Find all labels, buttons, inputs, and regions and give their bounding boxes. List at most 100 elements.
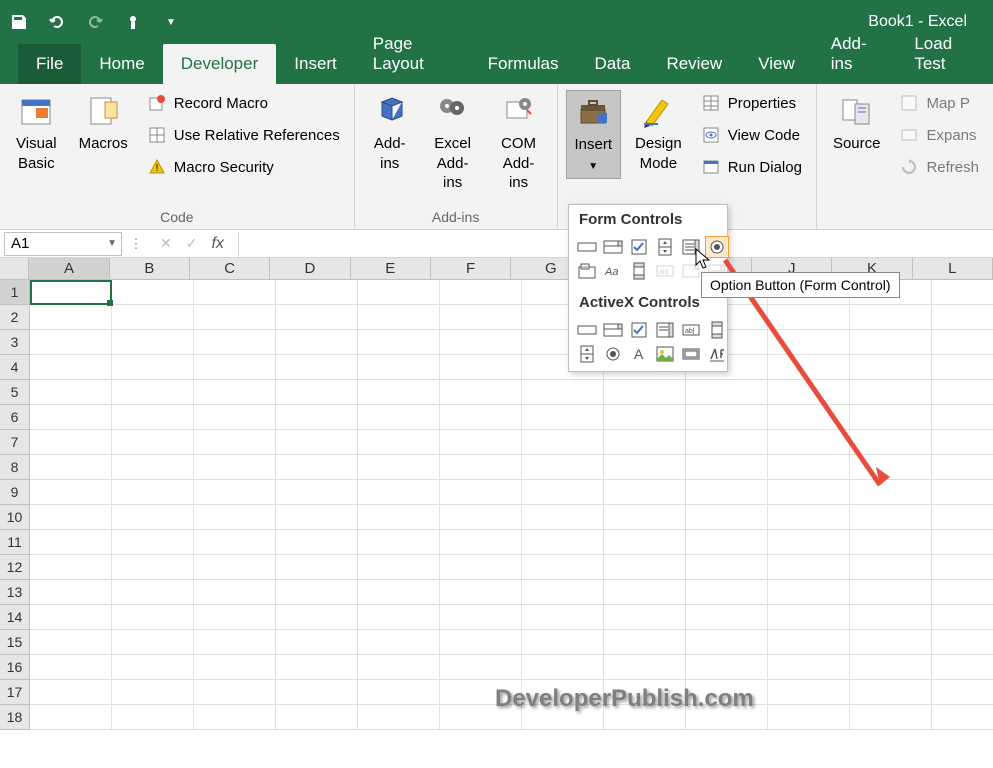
cell[interactable] xyxy=(522,580,604,605)
cell[interactable] xyxy=(358,705,440,730)
cell[interactable] xyxy=(276,680,358,705)
cell[interactable] xyxy=(768,355,850,380)
cell[interactable] xyxy=(850,530,932,555)
cell[interactable] xyxy=(522,405,604,430)
touch-mode-icon[interactable] xyxy=(124,13,142,31)
row-header[interactable]: 2 xyxy=(0,305,30,330)
cell[interactable] xyxy=(194,280,276,305)
tab-home[interactable]: Home xyxy=(81,44,162,84)
qat-customize-icon[interactable]: ▼ xyxy=(162,13,180,31)
cell[interactable] xyxy=(30,555,112,580)
cell[interactable] xyxy=(522,530,604,555)
cell[interactable] xyxy=(194,605,276,630)
cell[interactable] xyxy=(686,530,768,555)
row-header[interactable]: 8 xyxy=(0,455,30,480)
cell[interactable] xyxy=(112,480,194,505)
cell[interactable] xyxy=(276,530,358,555)
cell[interactable] xyxy=(932,430,993,455)
cell[interactable] xyxy=(112,380,194,405)
cell[interactable] xyxy=(440,455,522,480)
cell[interactable] xyxy=(30,480,112,505)
row-header[interactable]: 16 xyxy=(0,655,30,680)
cell[interactable] xyxy=(440,480,522,505)
cell[interactable] xyxy=(112,430,194,455)
cell[interactable] xyxy=(850,455,932,480)
cell[interactable] xyxy=(522,655,604,680)
cell[interactable] xyxy=(850,380,932,405)
cell[interactable] xyxy=(276,355,358,380)
cell[interactable] xyxy=(768,605,850,630)
combobox-form-control[interactable] xyxy=(601,236,625,258)
properties-button[interactable]: Properties xyxy=(696,90,808,116)
spinbutton-activex[interactable] xyxy=(575,343,599,365)
cell[interactable] xyxy=(686,430,768,455)
cell[interactable] xyxy=(850,480,932,505)
cell[interactable] xyxy=(522,480,604,505)
cell[interactable] xyxy=(686,680,768,705)
command-button-activex[interactable] xyxy=(575,319,599,341)
cell[interactable] xyxy=(932,530,993,555)
cell[interactable] xyxy=(112,555,194,580)
cell[interactable] xyxy=(30,280,112,305)
cell[interactable] xyxy=(194,680,276,705)
cell[interactable] xyxy=(358,505,440,530)
cell[interactable] xyxy=(112,455,194,480)
cell[interactable] xyxy=(30,330,112,355)
cell[interactable] xyxy=(440,655,522,680)
cell[interactable] xyxy=(358,630,440,655)
label-form-control[interactable]: Aa xyxy=(601,260,625,282)
source-button[interactable]: Source xyxy=(825,90,889,158)
cell[interactable] xyxy=(604,455,686,480)
cell[interactable] xyxy=(768,555,850,580)
row-header[interactable]: 14 xyxy=(0,605,30,630)
cell[interactable] xyxy=(768,680,850,705)
cell[interactable] xyxy=(358,430,440,455)
cell[interactable] xyxy=(358,305,440,330)
cell[interactable] xyxy=(932,680,993,705)
cell[interactable] xyxy=(932,355,993,380)
cell[interactable] xyxy=(30,505,112,530)
cell[interactable] xyxy=(358,655,440,680)
cell[interactable] xyxy=(440,555,522,580)
column-header[interactable]: F xyxy=(431,258,511,280)
cell[interactable] xyxy=(850,705,932,730)
cell[interactable] xyxy=(768,505,850,530)
cell[interactable] xyxy=(768,330,850,355)
row-header[interactable]: 1 xyxy=(0,280,30,305)
cell[interactable] xyxy=(768,705,850,730)
undo-icon[interactable] xyxy=(48,13,66,31)
column-header[interactable]: L xyxy=(913,258,993,280)
insert-controls-button[interactable]: Insert▼ xyxy=(566,90,622,179)
addins-button[interactable]: Add- ins xyxy=(363,90,417,177)
cell[interactable] xyxy=(194,555,276,580)
cell[interactable] xyxy=(604,430,686,455)
cell[interactable] xyxy=(358,680,440,705)
cell[interactable] xyxy=(440,405,522,430)
run-dialog-button[interactable]: Run Dialog xyxy=(696,154,808,180)
cell[interactable] xyxy=(30,680,112,705)
cell[interactable] xyxy=(932,405,993,430)
cell[interactable] xyxy=(932,305,993,330)
row-header[interactable]: 6 xyxy=(0,405,30,430)
scrollbar-activex[interactable] xyxy=(705,319,729,341)
design-mode-button[interactable]: Design Mode xyxy=(627,90,690,177)
tab-insert[interactable]: Insert xyxy=(276,44,355,84)
cell[interactable] xyxy=(522,605,604,630)
cell[interactable] xyxy=(932,655,993,680)
cell[interactable] xyxy=(440,705,522,730)
cell[interactable] xyxy=(686,655,768,680)
column-header[interactable]: A xyxy=(29,258,109,280)
cell[interactable] xyxy=(276,480,358,505)
cell[interactable] xyxy=(194,505,276,530)
cell[interactable] xyxy=(112,605,194,630)
enter-icon[interactable]: ✓ xyxy=(186,235,198,252)
cell[interactable] xyxy=(194,530,276,555)
cell[interactable] xyxy=(276,705,358,730)
listbox-form-control[interactable] xyxy=(679,236,703,258)
cell[interactable] xyxy=(604,480,686,505)
groupbox-form-control[interactable]: xyz xyxy=(575,260,599,282)
cell[interactable] xyxy=(276,330,358,355)
cell[interactable] xyxy=(30,355,112,380)
visual-basic-button[interactable]: Visual Basic xyxy=(8,90,65,177)
row-header[interactable]: 9 xyxy=(0,480,30,505)
